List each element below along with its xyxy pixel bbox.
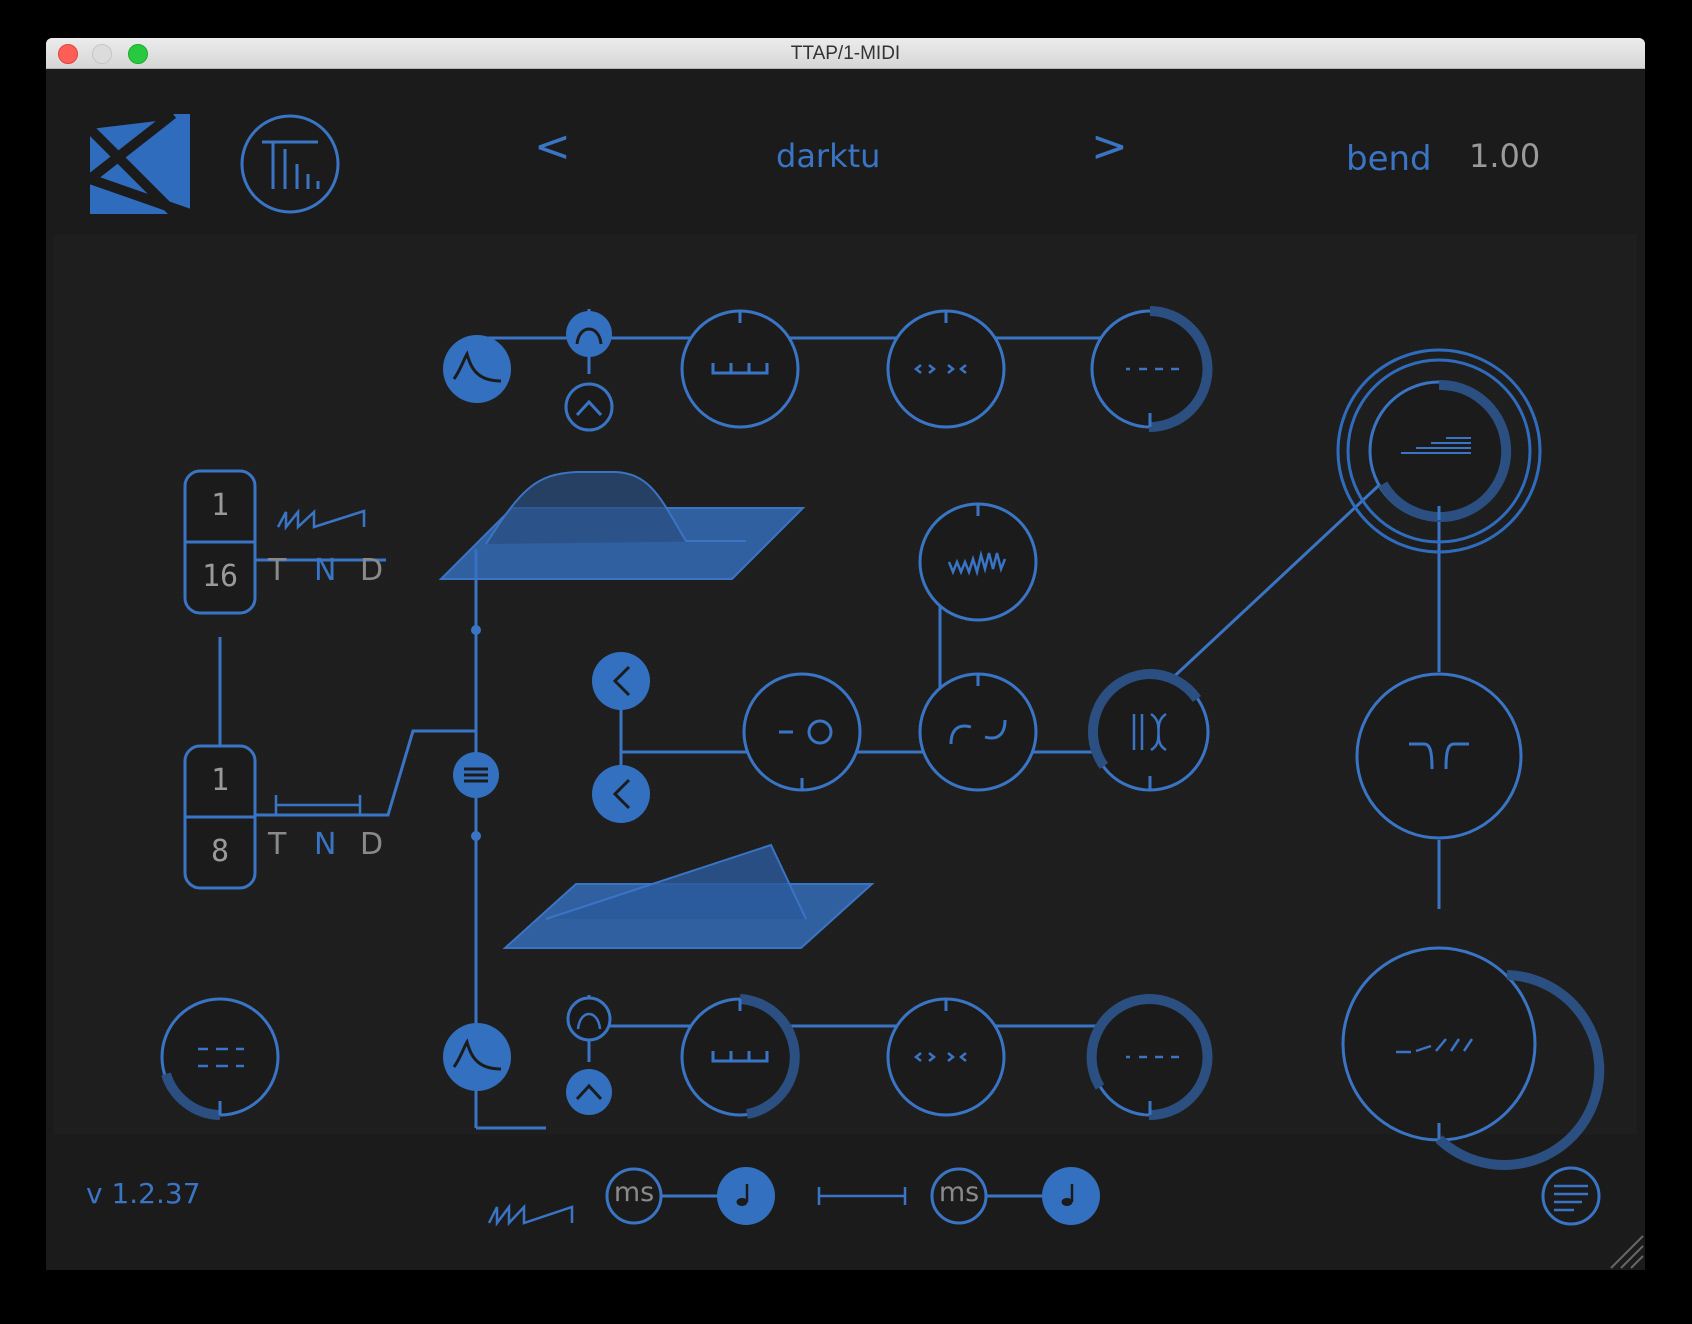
level-knob-2[interactable] <box>1086 993 1213 1121</box>
plugin-graphics <box>46 69 1645 1270</box>
envelope-icon[interactable] <box>443 335 511 403</box>
version-label: v 1.2.37 <box>86 1177 201 1210</box>
curve-down-button-2[interactable] <box>566 1069 612 1115</box>
feedback-knob[interactable] <box>918 672 1038 792</box>
taps-knob-2[interactable] <box>680 994 800 1119</box>
spread-knob-2[interactable] <box>886 997 1006 1117</box>
bottom-mode-d[interactable]: D <box>360 827 383 862</box>
param-value: 1.00 <box>1469 137 1541 175</box>
top-mode-d[interactable]: D <box>360 553 383 588</box>
top-denominator[interactable]: 16 <box>185 559 255 594</box>
note-icon[interactable] <box>717 1167 775 1225</box>
bottom-denominator[interactable]: 8 <box>185 834 255 869</box>
envelope-icon-2[interactable] <box>443 1023 511 1091</box>
settings-menu-icon[interactable] <box>1541 1166 1601 1226</box>
preset-name[interactable]: darktu <box>776 137 880 175</box>
logo-icon <box>79 109 194 233</box>
stereo-knob[interactable] <box>1088 669 1210 792</box>
prev-preset-button[interactable]: < <box>534 121 571 172</box>
mix-knob[interactable] <box>742 672 862 792</box>
bottom-mode-n[interactable]: N <box>314 827 336 862</box>
back-arrow-button[interactable] <box>592 652 650 710</box>
bottom-numerator[interactable]: 1 <box>185 763 255 798</box>
junction-dot <box>471 625 481 635</box>
back-arrow-button-2[interactable] <box>592 765 650 823</box>
curve-up-button-2[interactable] <box>566 996 612 1042</box>
plugin-window: TTAP/1-MIDI < darktu > bend 1.00 1 16 T … <box>46 38 1645 1270</box>
junction-dot <box>471 831 481 841</box>
plugin-main: < darktu > bend 1.00 1 16 T N D 1 8 T N … <box>46 69 1645 1270</box>
gate-knob[interactable] <box>160 997 280 1120</box>
level-knob[interactable] <box>1090 306 1213 433</box>
next-preset-button[interactable]: > <box>1091 121 1128 172</box>
top-mode-t[interactable]: T <box>268 553 286 588</box>
param-name: bend <box>1346 139 1432 179</box>
ms-label-2[interactable]: ms <box>932 1177 986 1208</box>
filter-knob[interactable] <box>1355 672 1523 840</box>
note-icon-2[interactable] <box>1042 1167 1100 1225</box>
wave-icon[interactable] <box>918 502 1038 622</box>
taps-knob[interactable] <box>680 309 800 429</box>
window-title: TTAP/1-MIDI <box>790 43 901 64</box>
menu-icon[interactable] <box>453 752 499 798</box>
bottom-mode-t[interactable]: T <box>268 827 286 862</box>
title-bar[interactable]: TTAP/1-MIDI <box>46 38 1645 69</box>
ms-label-1[interactable]: ms <box>607 1177 661 1208</box>
top-mode-n[interactable]: N <box>314 553 336 588</box>
spread-knob[interactable] <box>886 309 1006 429</box>
curve-up-button[interactable] <box>566 311 612 357</box>
curve-down-button[interactable] <box>564 382 614 432</box>
top-numerator[interactable]: 1 <box>185 488 255 523</box>
